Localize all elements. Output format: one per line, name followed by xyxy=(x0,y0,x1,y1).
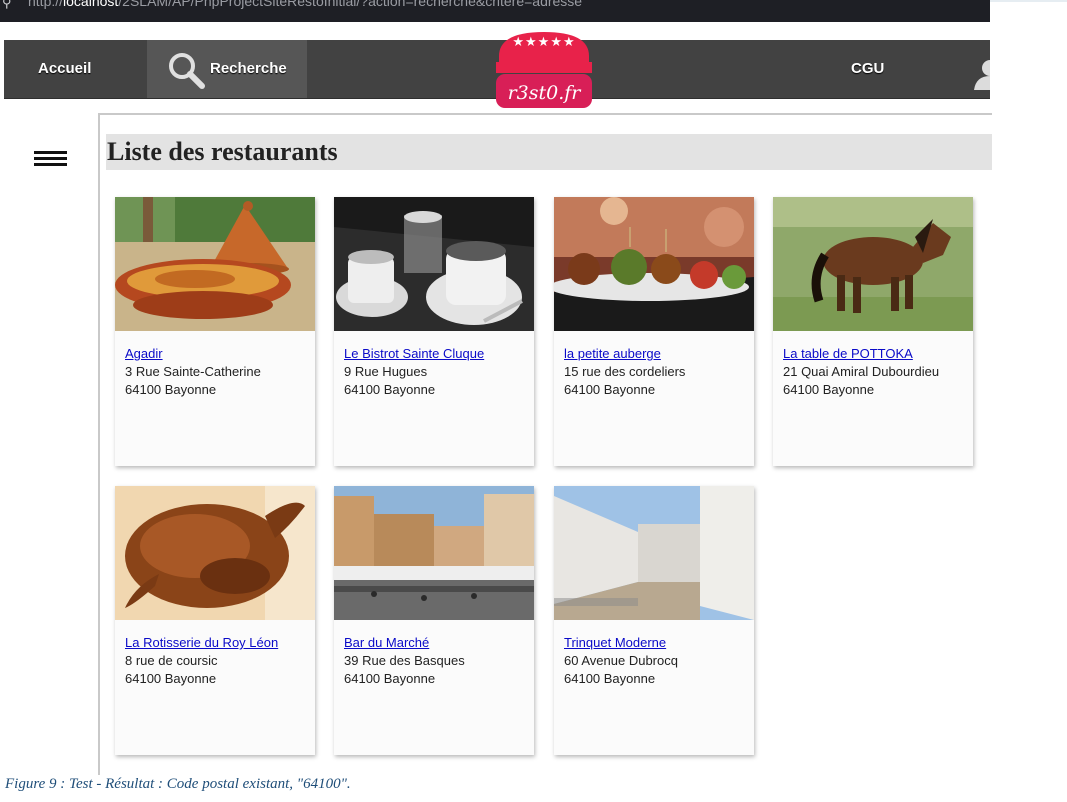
nav-search-link[interactable]: Recherche xyxy=(147,40,307,98)
restaurant-name-link[interactable]: Agadir xyxy=(125,345,261,363)
page-title: Liste des restaurants xyxy=(106,134,992,170)
site-logo[interactable]: ★★★★★ r3st0.fr xyxy=(491,30,597,110)
restaurant-card: Bar du Marché 39 Rue des Basques 64100 B… xyxy=(334,486,534,755)
coffee-cups-photo[interactable] xyxy=(334,197,534,331)
restaurant-city: 64100 Bayonne xyxy=(564,382,656,397)
restaurant-info: La table de POTTOKA 21 Quai Amiral Dubou… xyxy=(783,345,939,399)
restaurant-card: la petite auberge 15 rue des cordeliers … xyxy=(554,197,754,466)
url-host: localhost xyxy=(63,0,119,9)
restaurant-address: 3 Rue Sainte-Catherine xyxy=(125,364,261,379)
restaurant-address: 8 rue de coursic xyxy=(125,653,218,668)
restaurant-card: La Rotisserie du Roy Léon 8 rue de cours… xyxy=(115,486,315,755)
restaurant-address: 9 Rue Hugues xyxy=(344,364,428,379)
figure-caption: Figure 9 : Test - Résultat : Code postal… xyxy=(5,776,351,792)
browser-url-bar[interactable]: ⚲ http://localhost/2SLAM/AP/PhpProjectSi… xyxy=(0,0,990,22)
tagine-dish-photo[interactable] xyxy=(115,197,315,331)
restaurant-name-link[interactable]: La table de POTTOKA xyxy=(783,345,939,363)
nav-home-link[interactable]: Accueil xyxy=(38,40,91,98)
restaurant-address: 60 Avenue Dubrocq xyxy=(564,653,678,668)
url-prefix: http:// xyxy=(28,0,64,9)
roast-chicken-photo[interactable] xyxy=(115,486,315,620)
restaurant-city: 64100 Bayonne xyxy=(344,382,436,397)
page-margin xyxy=(990,0,1067,802)
appetizer-plate-photo[interactable] xyxy=(554,197,754,331)
restaurant-card: Trinquet Moderne 60 Avenue Dubrocq 64100… xyxy=(554,486,754,755)
restaurant-city: 64100 Bayonne xyxy=(344,671,436,686)
restaurant-info: Bar du Marché 39 Rue des Basques 64100 B… xyxy=(344,634,465,688)
nav-cgu-link[interactable]: CGU xyxy=(851,40,884,98)
user-icon[interactable] xyxy=(972,54,990,90)
logo-stars: ★★★★★ xyxy=(512,34,576,49)
restaurant-card: Le Bistrot Sainte Cluque 9 Rue Hugues 64… xyxy=(334,197,534,466)
restaurant-name-link[interactable]: la petite auberge xyxy=(564,345,685,363)
restaurant-city: 64100 Bayonne xyxy=(564,671,656,686)
nav-search-label: Recherche xyxy=(210,60,287,77)
restaurant-info: Le Bistrot Sainte Cluque 9 Rue Hugues 64… xyxy=(344,345,484,399)
logo-text: r3st0.fr xyxy=(507,82,581,104)
restaurant-info: La Rotisserie du Roy Léon 8 rue de cours… xyxy=(125,634,278,688)
url-path: /2SLAM/AP/PhpProjectSiteRestoInitial/?ac… xyxy=(118,0,583,9)
restaurant-city: 64100 Bayonne xyxy=(125,671,217,686)
restaurant-address: 39 Rue des Basques xyxy=(344,653,465,668)
restaurant-info: la petite auberge 15 rue des cordeliers … xyxy=(564,345,685,399)
pony-in-field-photo[interactable] xyxy=(773,197,973,331)
restaurant-info: Agadir 3 Rue Sainte-Catherine 64100 Bayo… xyxy=(125,345,261,399)
restaurant-name-link[interactable]: Bar du Marché xyxy=(344,634,465,652)
restaurant-address: 15 rue des cordeliers xyxy=(564,364,686,379)
restaurant-name-link[interactable]: La Rotisserie du Roy Léon xyxy=(125,634,278,652)
restaurant-address: 21 Quai Amiral Dubourdieu xyxy=(783,364,940,379)
url-text[interactable]: http://localhost/2SLAM/AP/PhpProjectSite… xyxy=(28,0,582,8)
search-icon xyxy=(169,53,205,89)
restaurant-city: 64100 Bayonne xyxy=(125,382,217,397)
restaurant-name-link[interactable]: Le Bistrot Sainte Cluque xyxy=(344,345,484,363)
restaurant-name-link[interactable]: Trinquet Moderne xyxy=(564,634,678,652)
pelota-court-photo[interactable] xyxy=(554,486,754,620)
restaurant-card: Agadir 3 Rue Sainte-Catherine 64100 Bayo… xyxy=(115,197,315,466)
restaurant-info: Trinquet Moderne 60 Avenue Dubrocq 64100… xyxy=(564,634,678,688)
menu-toggle-icon[interactable] xyxy=(34,151,67,169)
site-info-icon[interactable]: ⚲ xyxy=(2,0,16,10)
restaurant-city: 64100 Bayonne xyxy=(783,382,875,397)
market-square-photo[interactable] xyxy=(334,486,534,620)
restaurant-card: La table de POTTOKA 21 Quai Amiral Dubou… xyxy=(773,197,973,466)
